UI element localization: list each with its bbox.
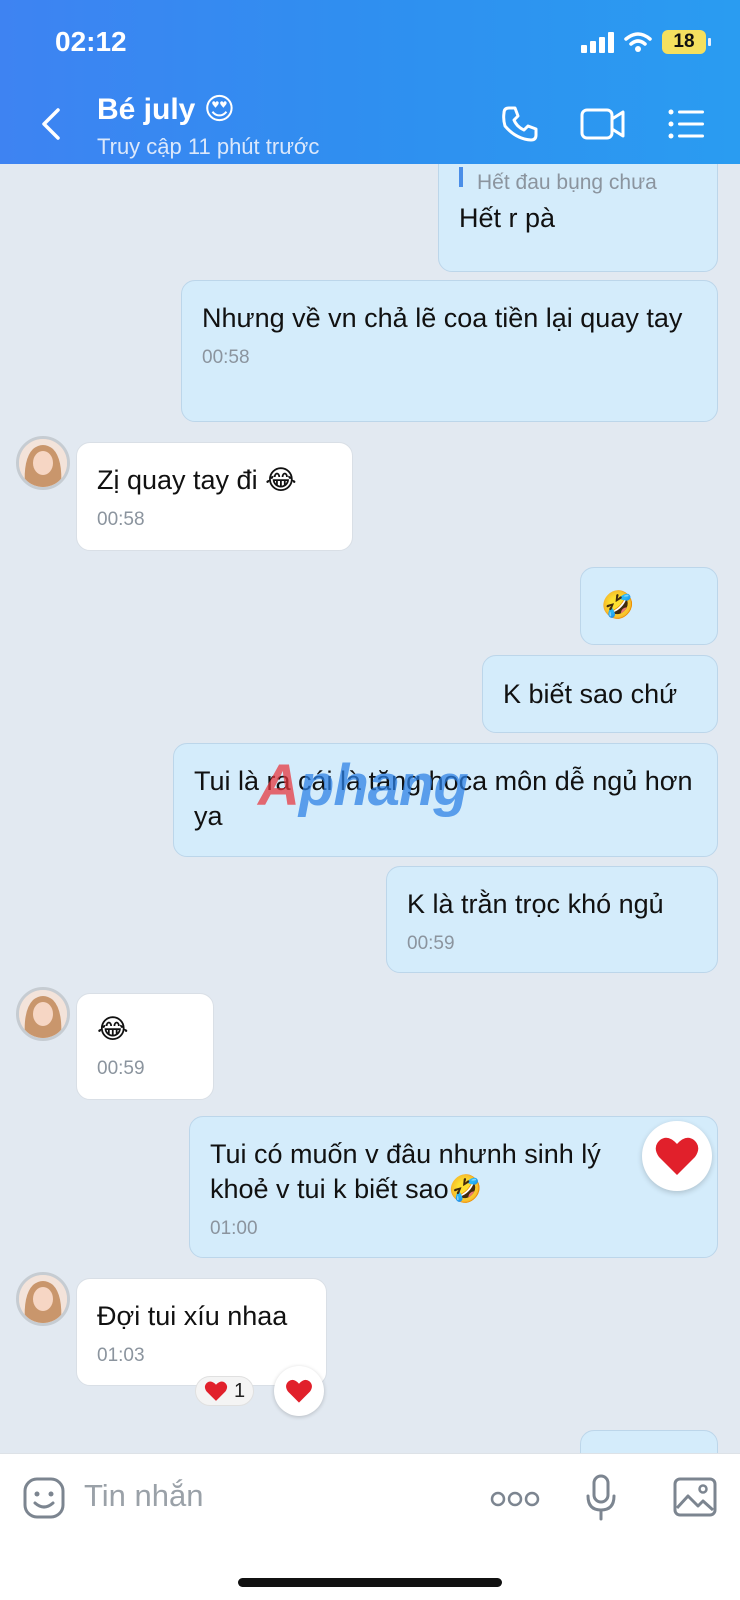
message-text-row: Zị quay tay đi 😂 — [97, 463, 332, 498]
message-time: 01:00 — [210, 1218, 258, 1239]
chat-header: 02:12 18 Bé july 😍 Truy cập 11 phút trướ… — [0, 0, 740, 164]
avatar-image — [19, 990, 67, 1038]
rofl-emoji: 🤣 — [601, 590, 635, 621]
message-text: Tui có muốn v đâu nhưnh sinh lý khoẻ v t… — [210, 1139, 601, 1204]
message-outgoing[interactable]: Tui có muốn v đâu nhưnh sinh lý khoẻ v t… — [189, 1116, 718, 1258]
message-text: Đợi tui xíu nhaa — [97, 1301, 288, 1331]
message-incoming[interactable]: Zị quay tay đi 😂 00:58 — [76, 442, 353, 551]
reaction-count: 1 — [234, 1379, 246, 1402]
home-indicator — [238, 1578, 502, 1587]
contact-avatar[interactable] — [16, 1272, 70, 1326]
more-options-icon[interactable] — [490, 1490, 540, 1508]
microphone-icon[interactable] — [584, 1474, 618, 1522]
message-text: K là trằn trọc khó ngủ — [407, 889, 664, 919]
message-text: Hết r pà — [459, 203, 556, 233]
battery-icon: 18 — [662, 30, 711, 54]
message-text-row: Tui có muốn v đâu nhưnh sinh lý khoẻ v t… — [210, 1137, 647, 1207]
heart-reaction-badge[interactable] — [642, 1121, 712, 1191]
menu-list-icon[interactable] — [668, 108, 706, 140]
back-button[interactable] — [34, 104, 68, 144]
message-outgoing[interactable]: Nhưng về vn chả lẽ coa tiền lại quay tay… — [181, 280, 718, 422]
message-input-bar: Tin nhắn — [0, 1453, 740, 1600]
message-text: Zị quay tay đi — [97, 465, 258, 495]
message-input[interactable]: Tin nhắn — [84, 1478, 204, 1514]
message-time: 00:59 — [97, 1058, 145, 1079]
sticker-icon[interactable] — [22, 1476, 66, 1520]
message-text: Nhưng về vn chả lẽ coa tiền lại quay tay — [202, 303, 683, 333]
contact-name[interactable]: Bé july 😍 — [97, 92, 235, 127]
contact-name-emoji: 😍 — [203, 92, 235, 127]
signal-icon — [581, 31, 614, 53]
avatar-image — [19, 439, 67, 487]
heart-icon — [655, 1137, 699, 1175]
phone-call-icon[interactable] — [500, 104, 540, 144]
quoted-message: Hết đau bụng chưa — [477, 171, 657, 194]
avatar-image — [19, 1275, 67, 1323]
reaction-summary[interactable]: 1 — [195, 1376, 255, 1406]
status-time: 02:12 — [55, 26, 127, 57]
video-call-icon[interactable] — [580, 106, 626, 142]
wifi-icon — [624, 32, 652, 52]
message-outgoing[interactable]: K là trằn trọc khó ngủ 00:59 — [386, 866, 718, 973]
contact-avatar[interactable] — [16, 436, 70, 490]
message-time: 01:03 — [97, 1345, 145, 1366]
message-outgoing-emoji[interactable]: 🤣 — [580, 567, 718, 645]
message-outgoing[interactable]: K biết sao chứ — [482, 655, 718, 733]
react-button[interactable] — [274, 1366, 324, 1416]
heart-icon — [286, 1379, 312, 1403]
laughing-tears-emoji: 😂 — [265, 465, 297, 496]
last-seen-status: Truy cập 11 phút trước — [97, 134, 320, 159]
quote-bar — [459, 167, 463, 187]
rofl-emoji: 🤣 — [448, 1174, 483, 1205]
watermark-logo: Aphang — [258, 753, 469, 818]
message-time: 00:58 — [97, 509, 145, 530]
image-gallery-icon[interactable] — [672, 1476, 718, 1518]
status-indicators: 18 — [581, 30, 711, 54]
message-time: 00:59 — [407, 933, 455, 954]
message-outgoing-reply[interactable]: Hết đau bụng chưa Hết r pà — [438, 150, 718, 272]
message-incoming-emoji[interactable]: 😂 00:59 — [76, 993, 214, 1100]
message-time: 00:58 — [202, 347, 250, 368]
contact-avatar[interactable] — [16, 987, 70, 1041]
message-text: K biết sao chứ — [503, 679, 678, 709]
laughing-tears-emoji: 😂 — [97, 1014, 129, 1045]
contact-name-text: Bé july — [97, 93, 196, 126]
heart-icon — [204, 1381, 228, 1401]
